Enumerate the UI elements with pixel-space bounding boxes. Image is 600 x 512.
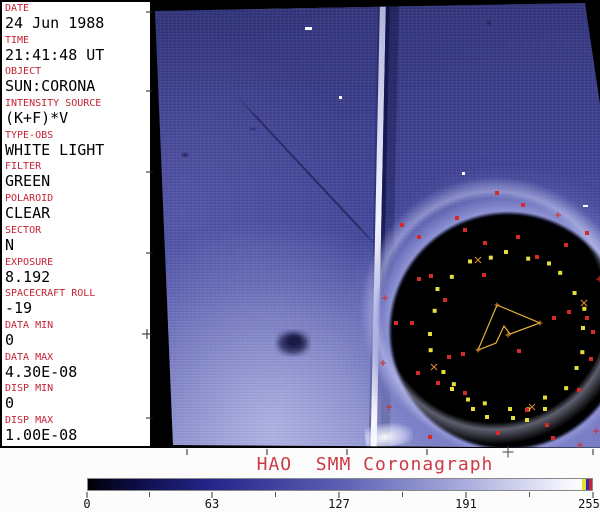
colorbar-tick-label: 127 bbox=[328, 497, 350, 511]
field-value: 4.30E-08 bbox=[5, 362, 78, 381]
field-disp-min: DISP MIN 0 bbox=[5, 383, 150, 412]
field-value: (K+F)*V bbox=[5, 109, 69, 128]
field-value: CLEAR bbox=[5, 204, 51, 223]
field-label: DISP MAX bbox=[5, 414, 54, 426]
field-data-min: DATA MIN 0 bbox=[5, 320, 150, 349]
field-label: FILTER bbox=[5, 161, 42, 173]
field-label: INTENSITY SOURCE bbox=[5, 98, 102, 110]
field-value: 1.00E-08 bbox=[5, 425, 78, 444]
field-value: WHITE LIGHT bbox=[5, 140, 105, 159]
field-sector: SECTOR N bbox=[5, 225, 150, 254]
field-filter: FILTER GREEN bbox=[5, 161, 150, 190]
field-object: OBJECT SUN:CORONA bbox=[5, 66, 150, 95]
field-time: TIME 21:41:48 UT bbox=[5, 35, 150, 64]
field-spacecraft-roll: SPACECRAFT ROLL -19 bbox=[5, 288, 150, 317]
colorbar-tick-label: 191 bbox=[455, 497, 477, 511]
field-value: 8.192 bbox=[5, 267, 51, 286]
field-label: DATE bbox=[5, 3, 30, 14]
metadata-panel: DATE 24 Jun 1988 TIME 21:41:48 UT OBJECT SU… bbox=[0, 0, 152, 448]
field-label: EXPOSURE bbox=[5, 256, 54, 268]
colorbar-tick-label: 63 bbox=[204, 497, 220, 511]
field-value: 0 bbox=[5, 330, 15, 349]
colorbar-tick-label: 0 bbox=[83, 497, 91, 511]
field-polaroid: POLAROID CLEAR bbox=[5, 193, 150, 222]
field-value: 21:41:48 UT bbox=[5, 45, 105, 64]
footer: HAO SMM Coronagraph 0 63 127 191 255 bbox=[0, 448, 600, 512]
page-title: HAO SMM Coronagraph bbox=[256, 454, 494, 475]
colorbar-tick-label: 255 bbox=[578, 497, 600, 511]
field-value: SUN:CORONA bbox=[5, 77, 96, 96]
field-value: -19 bbox=[5, 299, 33, 318]
field-value: GREEN bbox=[5, 172, 51, 191]
field-value: 24 Jun 1988 bbox=[5, 14, 105, 32]
field-label: DATA MIN bbox=[5, 319, 54, 331]
field-data-max: DATA MAX 4.30E-08 bbox=[5, 352, 150, 381]
field-label: SPACECRAFT ROLL bbox=[5, 288, 96, 300]
coronagraph-image bbox=[155, 3, 600, 448]
field-label: POLAROID bbox=[5, 193, 54, 205]
field-label: SECTOR bbox=[5, 224, 42, 236]
image-viewport[interactable] bbox=[152, 0, 600, 448]
field-type-obs: TYPE-OBS WHITE LIGHT bbox=[5, 130, 150, 159]
field-intensity-source: INTENSITY SOURCE (K+F)*V bbox=[5, 98, 150, 127]
field-label: TYPE-OBS bbox=[5, 129, 54, 141]
field-disp-max: DISP MAX 1.00E-08 bbox=[5, 415, 150, 444]
field-label: TIME bbox=[5, 34, 30, 46]
colorbar bbox=[87, 478, 593, 491]
field-label: DATA MAX bbox=[5, 351, 54, 363]
field-exposure: EXPOSURE 8.192 bbox=[5, 257, 150, 286]
field-value: 0 bbox=[5, 394, 15, 413]
field-label: DISP MIN bbox=[5, 383, 54, 395]
field-label: OBJECT bbox=[5, 66, 42, 78]
field-value: N bbox=[5, 235, 15, 254]
field-date: DATE 24 Jun 1988 bbox=[5, 3, 150, 32]
app-window: DATE 24 Jun 1988 TIME 21:41:48 UT OBJECT SU… bbox=[0, 0, 600, 512]
